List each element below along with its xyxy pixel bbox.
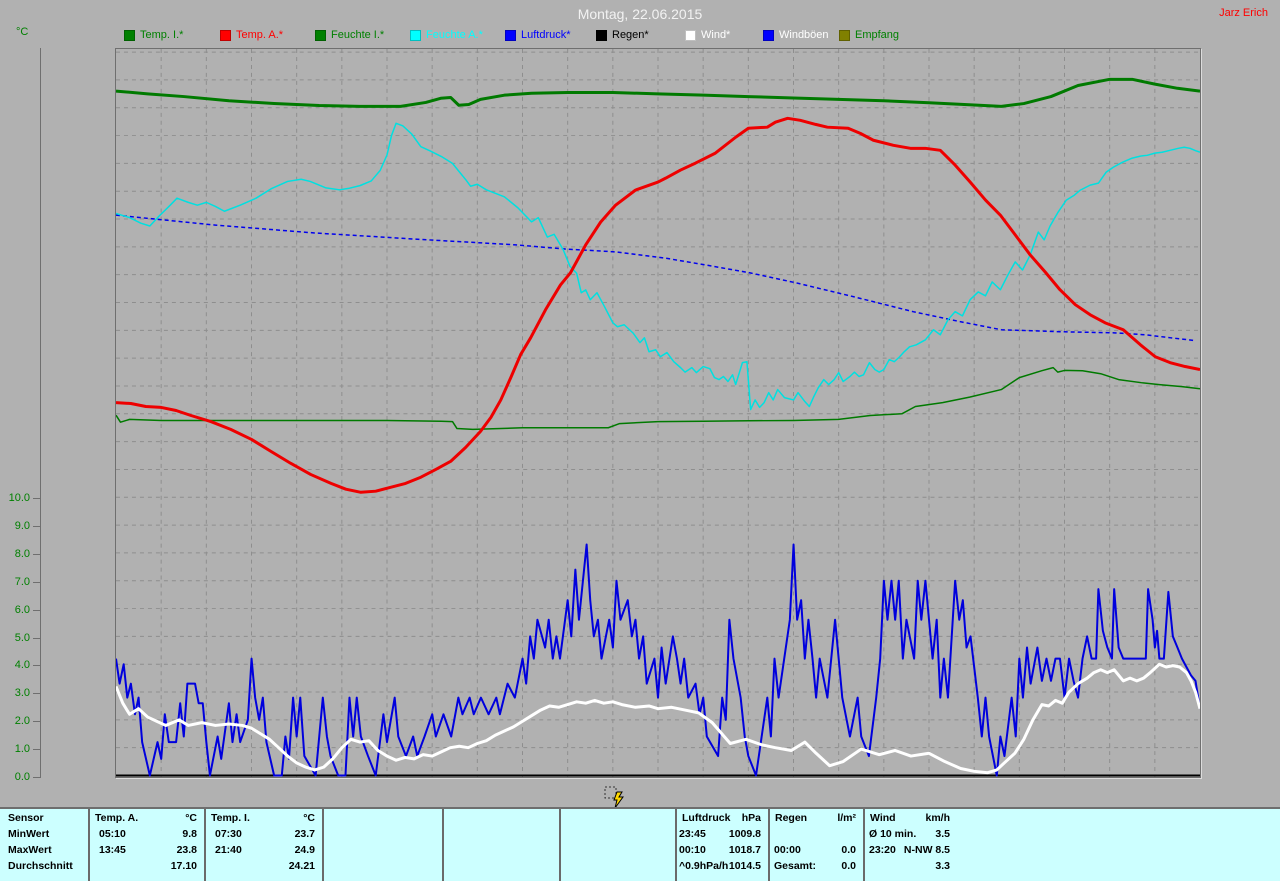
legend-label-luftdruck: Luftdruck* (521, 29, 571, 41)
table-cell-regen: l/m² (837, 812, 856, 824)
plot-area[interactable] (115, 48, 1201, 778)
y-axis-tick-label: 4.0 (14, 659, 30, 672)
table-row-label: Sensor (8, 812, 44, 824)
legend-label-regen: Regen* (612, 29, 649, 41)
y-axis-tick (33, 525, 40, 527)
table-cell-regen: 0.0 (841, 844, 856, 856)
y-axis-tick-label: 6.0 (14, 603, 30, 616)
y-axis-tick (33, 693, 40, 695)
y-axis-tick (33, 749, 40, 751)
legend-item-empfang: Empfang (839, 29, 899, 41)
y-axis-tick (33, 665, 40, 667)
y-axis-tick (33, 553, 40, 555)
y-axis-tick (33, 581, 40, 583)
y-axis-tick-label: 7.0 (14, 575, 30, 588)
y-axis-line (40, 48, 41, 778)
legend-label-temp-a: Temp. A.* (236, 29, 284, 41)
table-row-label: MinWert (8, 828, 50, 840)
legend: Temp. I.* Temp. A.* Feuchte I.* Feuchte A.*… (0, 29, 1280, 43)
table-cell-wind: 3.5 (935, 828, 950, 840)
stats-table: Sensor MinWert MaxWert Durchschnitt Temp. A.… (0, 809, 1280, 881)
table-column-separator (442, 809, 444, 881)
table-column-separator (322, 809, 324, 881)
luftdruck-swatch-icon (505, 29, 516, 41)
table-cell-luftdruck: 1018.7 (728, 844, 761, 856)
feuchte-i-swatch-icon (315, 29, 326, 41)
table-cell-temp-a: °C (185, 812, 197, 824)
table-cell-temp-i: °C (303, 812, 315, 824)
legend-item-wind: Wind* (685, 29, 730, 41)
legend-label-empfang: Empfang (855, 29, 900, 41)
y-axis-tick (33, 637, 40, 639)
author-label: Jarz Erich (1219, 7, 1268, 19)
chart-title: Montag, 22.06.2015 (577, 6, 703, 22)
legend-item-temp-i: Temp. I.* (124, 29, 183, 41)
y-axis-tick-label: 9.0 (14, 519, 30, 532)
y-axis-tick-label: 5.0 (14, 631, 30, 644)
series-luftdruck (116, 214, 1196, 342)
table-cell-wind: km/h (925, 812, 950, 824)
temp-a-swatch-icon (220, 29, 231, 41)
table-cell-temp-i: 24.21 (288, 860, 315, 872)
table-cell-luftdruck: hPa (741, 812, 761, 824)
y-axis-tick-label: 2.0 (14, 715, 30, 728)
legend-item-luftdruck: Luftdruck* (505, 29, 571, 41)
table-row-label: Durchschnitt (8, 860, 73, 872)
feuchte-a-swatch-icon (410, 29, 421, 41)
legend-item-feuchte-a: Feuchte A.* (410, 29, 483, 41)
regen-swatch-icon (596, 29, 607, 41)
y-axis-tick (33, 721, 40, 723)
legend-label-feuchte-i: Feuchte I.* (331, 29, 385, 41)
table-cell-luftdruck: 1014.5 (728, 860, 761, 872)
legend-label-windboen: Windböen (779, 29, 829, 41)
windboen-swatch-icon (763, 29, 774, 41)
legend-label-feuchte-a: Feuchte A.* (426, 29, 483, 41)
legend-item-windboen: Windböen (763, 29, 829, 41)
temp-i-swatch-icon (124, 29, 135, 41)
y-axis-tick-label: 8.0 (14, 547, 30, 560)
y-axis-tick (33, 777, 40, 778)
legend-item-feuchte-i: Feuchte I.* (315, 29, 384, 41)
legend-label-temp-i: Temp. I.* (140, 29, 184, 41)
legend-label-wind: Wind* (701, 29, 731, 41)
y-axis-tick (33, 609, 40, 611)
legend-item-regen: Regen* (596, 29, 649, 41)
table-cell-temp-i: 23.7 (294, 828, 315, 840)
chart-canvas (116, 49, 1200, 777)
table-cell-temp-a: 9.8 (182, 828, 197, 840)
table-cell-temp-a: 17.10 (170, 860, 197, 872)
table-cell-wind: 3.3 (935, 860, 950, 872)
table-cell-temp-a: 23.8 (176, 844, 197, 856)
table-cell-temp-i: 24.9 (294, 844, 315, 856)
legend-item-temp-a: Temp. A.* (220, 29, 283, 41)
table-cell-wind: N-NW 8.5 (903, 844, 950, 856)
table-cell-regen: 0.0 (841, 860, 856, 872)
wind-swatch-icon (685, 29, 696, 41)
table-column-separator (559, 809, 561, 881)
y-axis-tick-label: 10.0 (8, 492, 30, 504)
y-axis-tick-label: 0.0 (14, 771, 30, 783)
y-axis-tick-label: 1.0 (14, 743, 30, 756)
y-axis-tick-label: 3.0 (14, 687, 30, 700)
y-axis-tick (33, 498, 40, 499)
table-cell-luftdruck: 1009.8 (728, 828, 761, 840)
table-row-label: MaxWert (8, 844, 52, 856)
empfang-swatch-icon (839, 29, 850, 41)
